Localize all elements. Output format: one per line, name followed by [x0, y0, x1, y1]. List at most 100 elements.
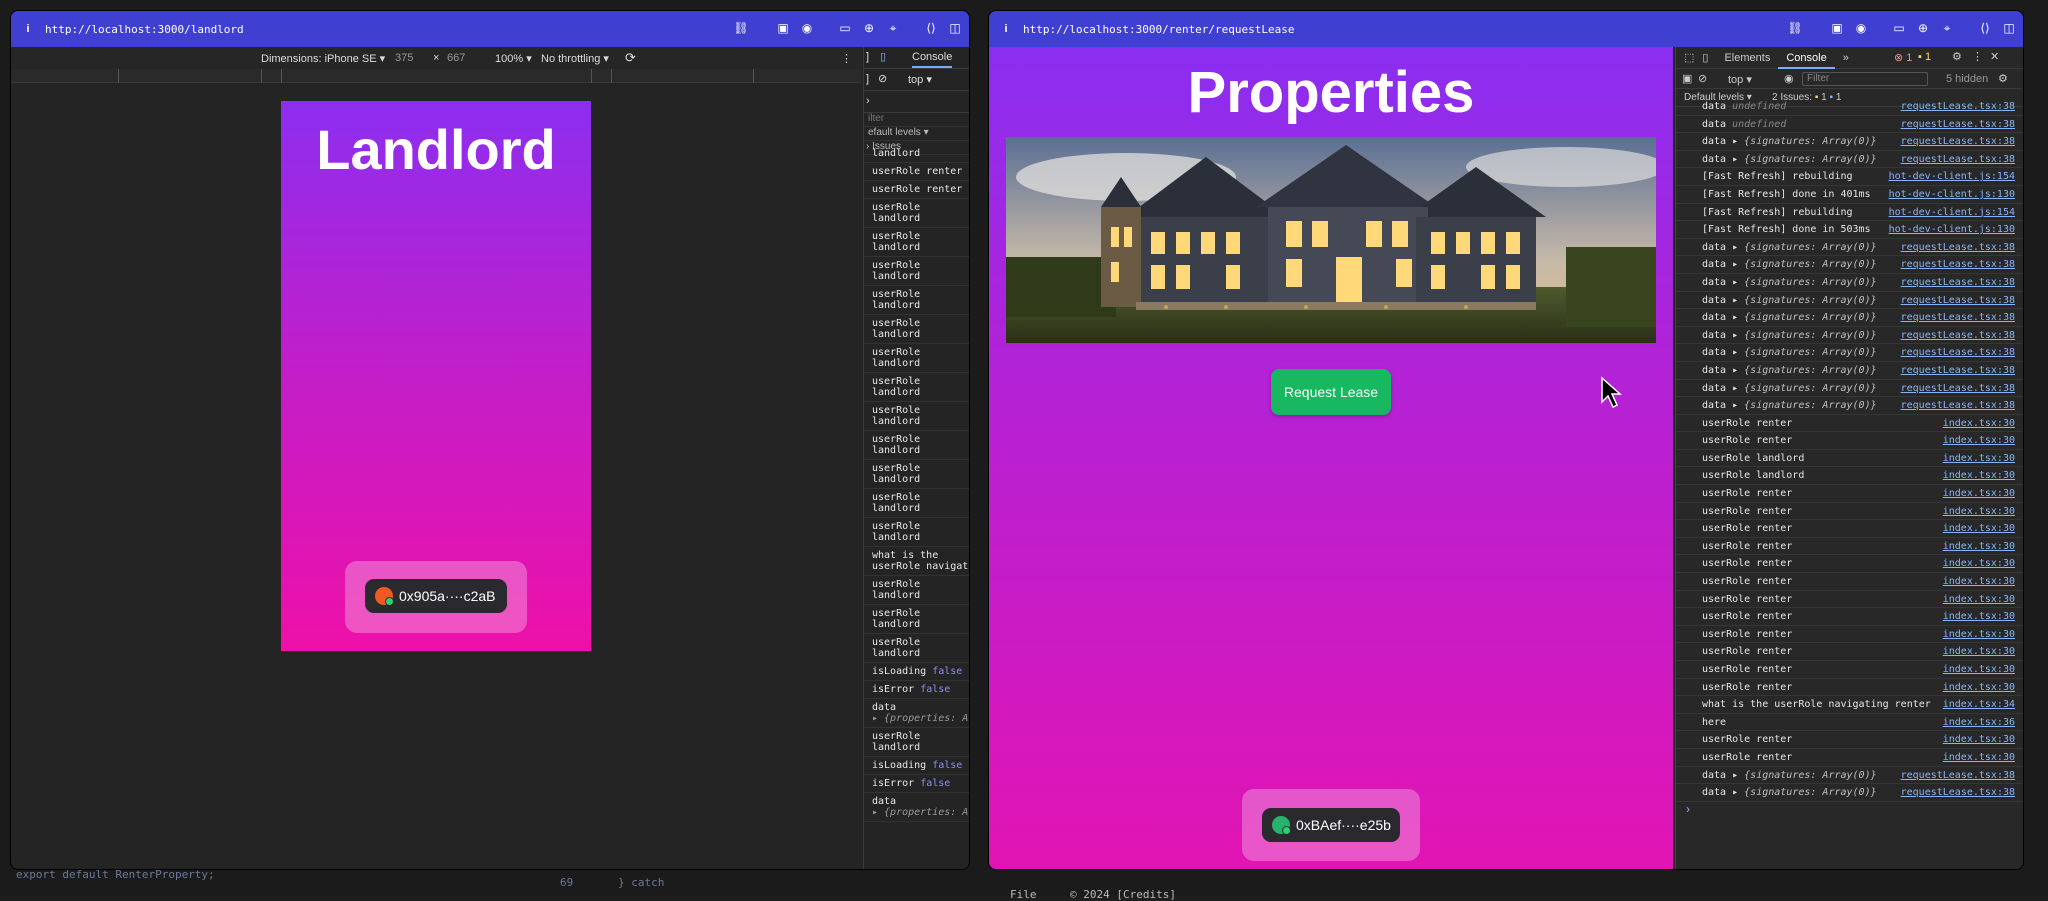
sidebar-icon[interactable]: ◫: [947, 20, 963, 36]
close-icon[interactable]: ✕: [1990, 50, 1999, 63]
source-link[interactable]: index.tsx:30: [1943, 608, 2015, 625]
object-preview[interactable]: {signatures: Array(0)}: [1744, 277, 1876, 288]
source-link[interactable]: requestLease.tsx:38: [1901, 151, 2015, 168]
source-link[interactable]: index.tsx:30: [1943, 573, 2015, 590]
source-link[interactable]: index.tsx:36: [1943, 714, 2015, 731]
source-link[interactable]: requestLease.tsx:38: [1901, 274, 2015, 291]
filter-input[interactable]: ilter: [864, 113, 970, 127]
rotate-icon[interactable]: ⟳: [625, 50, 636, 66]
screenshot-icon[interactable]: ▣: [1829, 20, 1845, 36]
object-preview[interactable]: {signatures: Array(0)}: [1744, 136, 1876, 147]
url-text[interactable]: http://localhost:3000/landlord: [45, 23, 244, 36]
source-link[interactable]: hot-dev-client.js:130: [1889, 221, 2015, 238]
source-link[interactable]: requestLease.tsx:38: [1901, 327, 2015, 344]
close-drawer-icon[interactable]: ]: [866, 51, 869, 63]
info-icon[interactable]: i: [989, 23, 1023, 35]
object-preview[interactable]: {signatures: Array(0)}: [1744, 295, 1876, 306]
source-link[interactable]: hot-dev-client.js:154: [1889, 168, 2015, 185]
source-link[interactable]: requestLease.tsx:38: [1901, 362, 2015, 379]
wallet-button[interactable]: 0xBAef····e25b: [1262, 808, 1400, 842]
object-preview[interactable]: {signatures: Array(0)}: [1744, 242, 1876, 253]
throttling-select[interactable]: No throttling ▾: [541, 52, 609, 65]
source-link[interactable]: index.tsx:30: [1943, 643, 2015, 660]
source-link[interactable]: requestLease.tsx:38: [1901, 784, 2015, 801]
object-preview[interactable]: {signatures: Array(0)}: [1744, 770, 1876, 781]
source-link[interactable]: requestLease.tsx:38: [1901, 98, 2015, 115]
screenshot-icon[interactable]: ▣: [775, 20, 791, 36]
object-preview[interactable]: {signatures: Array(0)}: [1744, 312, 1876, 323]
source-link[interactable]: requestLease.tsx:38: [1901, 309, 2015, 326]
globe-icon[interactable]: ⊕: [861, 20, 877, 36]
device-dimensions-select[interactable]: Dimensions: iPhone SE ▾: [261, 52, 385, 65]
inspect-icon[interactable]: ⬚: [1676, 51, 1698, 64]
object-preview[interactable]: ▸ {properties: A: [872, 807, 970, 818]
chevron-right-icon[interactable]: ›: [866, 95, 870, 107]
request-lease-button[interactable]: Request Lease: [1271, 369, 1391, 415]
link-icon[interactable]: ⛓: [1787, 20, 1803, 36]
source-link[interactable]: requestLease.tsx:38: [1901, 380, 2015, 397]
info-icon[interactable]: i: [11, 23, 45, 35]
clear-console-icon[interactable]: ⊘: [1698, 72, 1707, 85]
source-link[interactable]: index.tsx:30: [1943, 555, 2015, 572]
source-link[interactable]: requestLease.tsx:38: [1901, 767, 2015, 784]
link-icon[interactable]: ⛓: [733, 20, 749, 36]
more-options-icon[interactable]: ⋮: [1972, 50, 1983, 63]
source-link[interactable]: requestLease.tsx:38: [1901, 133, 2015, 150]
more-options-icon[interactable]: ⋮: [841, 52, 852, 65]
object-preview[interactable]: {signatures: Array(0)}: [1744, 330, 1876, 341]
url-bar[interactable]: i http://localhost:3000/landlord ⛓ ▣ ◉ ▭…: [11, 11, 969, 47]
object-preview[interactable]: {signatures: Array(0)}: [1744, 259, 1876, 270]
source-link[interactable]: requestLease.tsx:38: [1901, 116, 2015, 133]
console-settings-icon[interactable]: ⚙: [1998, 72, 2008, 85]
property-image[interactable]: [1006, 137, 1656, 343]
device-mode-icon[interactable]: ▯: [880, 50, 886, 63]
more-tabs-icon[interactable]: »: [1835, 52, 1857, 64]
code-icon[interactable]: ⟨⟩: [1977, 20, 1993, 36]
source-link[interactable]: index.tsx:30: [1943, 503, 2015, 520]
device-height-input[interactable]: 667: [447, 52, 465, 64]
globe-icon[interactable]: ⊕: [1915, 20, 1931, 36]
wallet-button[interactable]: 0x905a····c2aB: [365, 579, 507, 613]
camera-icon[interactable]: ◉: [799, 20, 815, 36]
tab-elements[interactable]: Elements: [1716, 52, 1778, 64]
source-link[interactable]: index.tsx:34: [1943, 696, 2015, 713]
tab-console[interactable]: Console: [912, 51, 952, 68]
object-preview[interactable]: {signatures: Array(0)}: [1744, 347, 1876, 358]
source-link[interactable]: index.tsx:30: [1943, 749, 2015, 766]
zoom-select[interactable]: 100% ▾: [495, 52, 532, 65]
camera-icon[interactable]: ◉: [1853, 20, 1869, 36]
source-link[interactable]: index.tsx:30: [1943, 467, 2015, 484]
source-link[interactable]: index.tsx:30: [1943, 432, 2015, 449]
sidebar-toggle-icon[interactable]: ▣: [1682, 72, 1692, 85]
source-link[interactable]: index.tsx:30: [1943, 450, 2015, 467]
object-preview[interactable]: {signatures: Array(0)}: [1744, 154, 1876, 165]
source-link[interactable]: index.tsx:30: [1943, 591, 2015, 608]
source-link[interactable]: index.tsx:30: [1943, 415, 2015, 432]
source-link[interactable]: index.tsx:30: [1943, 679, 2015, 696]
source-link[interactable]: index.tsx:30: [1943, 485, 2015, 502]
source-link[interactable]: index.tsx:30: [1943, 538, 2015, 555]
tab-console[interactable]: Console: [1778, 47, 1834, 69]
url-text[interactable]: http://localhost:3000/renter/requestLeas…: [1023, 23, 1295, 36]
source-link[interactable]: requestLease.tsx:38: [1901, 239, 2015, 256]
object-preview[interactable]: {signatures: Array(0)}: [1744, 787, 1876, 798]
source-link[interactable]: hot-dev-client.js:130: [1889, 186, 2015, 203]
target-icon[interactable]: ⌖: [1939, 20, 1955, 36]
context-select[interactable]: top ▾: [1728, 73, 1752, 86]
window-icon[interactable]: ▭: [837, 20, 853, 36]
device-mode-icon[interactable]: ▯: [1698, 51, 1716, 64]
device-width-input[interactable]: 375: [395, 52, 413, 64]
source-link[interactable]: requestLease.tsx:38: [1901, 397, 2015, 414]
window-icon[interactable]: ▭: [1891, 20, 1907, 36]
source-link[interactable]: requestLease.tsx:38: [1901, 344, 2015, 361]
source-link[interactable]: hot-dev-client.js:154: [1889, 204, 2015, 221]
source-link[interactable]: requestLease.tsx:38: [1901, 292, 2015, 309]
object-preview[interactable]: {signatures: Array(0)}: [1744, 365, 1876, 376]
source-link[interactable]: index.tsx:30: [1943, 661, 2015, 678]
context-select[interactable]: top ▾: [908, 73, 932, 86]
sidebar-toggle-icon[interactable]: ]: [866, 73, 869, 85]
object-preview[interactable]: {signatures: Array(0)}: [1744, 400, 1876, 411]
code-icon[interactable]: ⟨⟩: [923, 20, 939, 36]
clear-console-icon[interactable]: ⊘: [878, 72, 887, 85]
object-preview[interactable]: {signatures: Array(0)}: [1744, 383, 1876, 394]
